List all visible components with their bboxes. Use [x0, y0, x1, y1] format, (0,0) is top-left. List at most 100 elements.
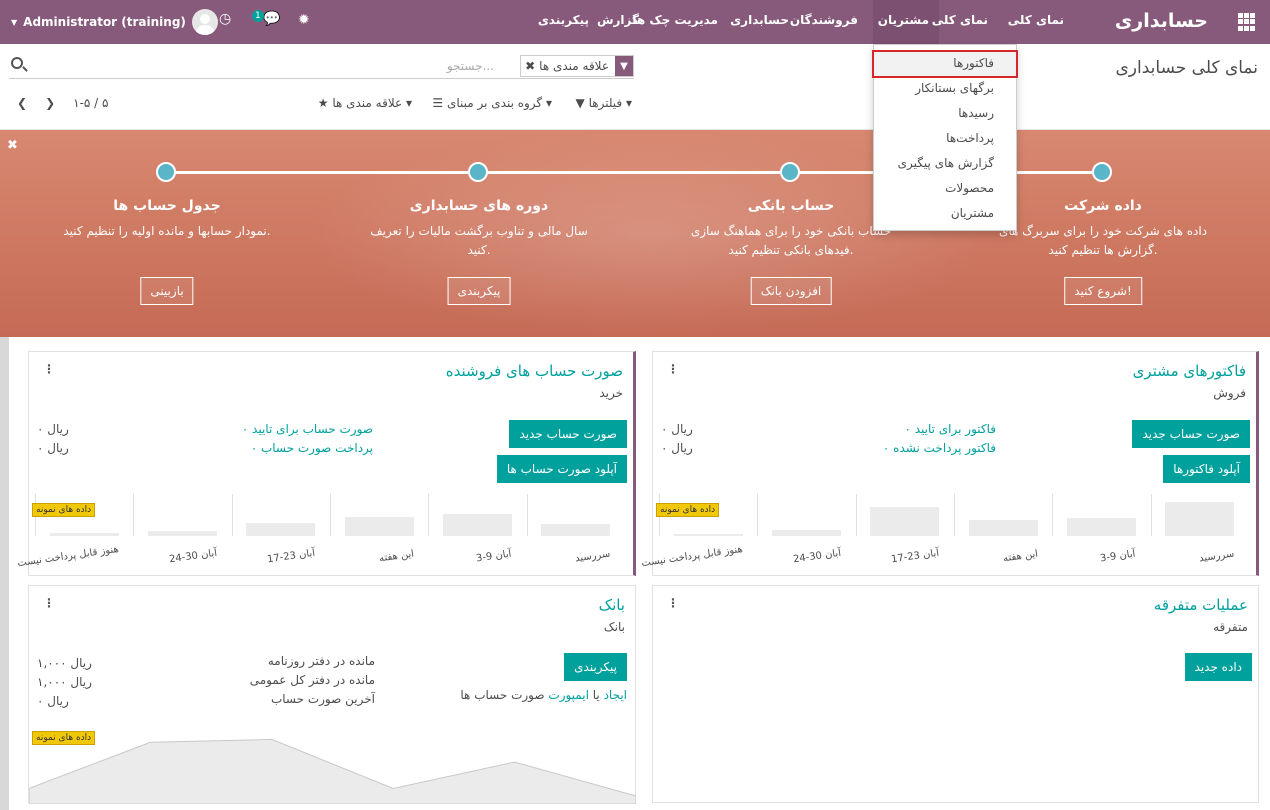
chart-gridline — [428, 494, 430, 536]
search-icon[interactable] — [11, 57, 23, 69]
group-by-label: گروه بندی بر مبنای — [446, 96, 543, 110]
step-bank-account: حساب بانکی حساب بانکی خود را برای هماهنگ… — [676, 198, 906, 305]
kebab-menu-icon[interactable]: ⋮ — [43, 362, 55, 376]
configure-bank-button[interactable]: پیکربندی — [564, 653, 627, 681]
step-desc: حساب بانکی خود را برای هماهنگ سازی فیدها… — [690, 224, 892, 257]
search-bar[interactable]: جستجو... ✖ علاقه مندی ها ▼ — [9, 55, 634, 79]
card-title[interactable]: صورت حساب های فروشنده — [446, 362, 623, 380]
kebab-menu-icon[interactable]: ⋮ — [667, 362, 679, 376]
menu-overview-2[interactable]: نمای کلی — [932, 13, 988, 27]
filters-button[interactable]: ▼ فیلترها ▾ — [576, 96, 632, 110]
chart-gridline — [1150, 494, 1152, 536]
configure-button[interactable]: پیکربندی — [447, 277, 511, 305]
pager-prev-icon[interactable]: ❮ — [17, 96, 27, 110]
kebab-menu-icon[interactable]: ⋮ — [43, 596, 55, 610]
get-started-button[interactable]: شروع کنید! — [1064, 277, 1142, 305]
menu-vendors[interactable]: فروشندگان — [790, 13, 858, 27]
menu-check-management[interactable]: مدیریت چک ها — [632, 13, 718, 27]
setup-banner: ✖ داده شرکت داده های شرکت خود را برای سر… — [0, 130, 1270, 337]
dropdown-item-products[interactable]: محصولات — [945, 181, 994, 195]
create-link[interactable]: ایجاد — [604, 688, 627, 702]
debug-bug-icon[interactable]: ✹ — [298, 12, 310, 28]
card-title[interactable]: عملیات متفرقه — [1154, 596, 1248, 614]
menu-accounting[interactable]: حسابداری — [730, 13, 789, 27]
add-bank-button[interactable]: افزودن بانک — [750, 277, 832, 305]
dropdown-item-followup-reports[interactable]: گزارش های پیگیری — [898, 156, 994, 170]
search-facet: ✖ علاقه مندی ها ▼ — [520, 55, 634, 77]
dropdown-item-invoices[interactable]: فاکتورها — [953, 56, 994, 70]
pager-value[interactable]: ۱-۵ / ۵ — [73, 96, 108, 110]
journal-balance-value: ۱,۰۰۰ ریال — [37, 656, 92, 670]
filter-icon: ▼ — [615, 56, 633, 76]
last-statement-value: ۰ ریال — [37, 694, 69, 708]
favorites-label: علاقه مندی ها — [332, 96, 403, 110]
scrollbar[interactable] — [0, 337, 9, 810]
review-button[interactable]: بازبینی — [140, 277, 194, 305]
dropdown-item-credit-notes[interactable]: برگهای بستانکار — [915, 81, 994, 95]
remove-facet-icon[interactable]: ✖ — [521, 59, 535, 73]
customer-invoices-card: فاکتورهای مشتری فروش ⋮ صورت حساب جدید آپ… — [640, 351, 1259, 576]
chart-bar — [49, 533, 119, 536]
chart-bar — [1165, 502, 1235, 536]
or-text: یا — [592, 688, 600, 702]
chart-gridline — [330, 494, 331, 536]
step-desc: نمودار حسابها و مانده اولیه را تنظیم کنی… — [63, 224, 271, 238]
customer-aging-chart: سررسید 3-9 آبان این هفته 17-23 آبان 24-30 آب… — [640, 492, 1249, 572]
apps-grid-icon[interactable] — [1238, 13, 1256, 31]
kebab-menu-icon[interactable]: ⋮ — [667, 596, 679, 610]
import-link[interactable]: ایمپورت — [548, 688, 589, 702]
chart-gridline — [757, 494, 759, 536]
chart-tick-label: 17-23 آبان — [266, 547, 316, 566]
bills-to-pay-link[interactable]: ۰ پرداخت صورت حساب — [251, 441, 373, 455]
chart-tick-label: هنوز قابل پرداخت نیست — [640, 543, 743, 570]
favorites-button[interactable]: ★ علاقه مندی ها ▾ — [318, 96, 412, 110]
new-entry-button[interactable]: داده جدید — [1184, 653, 1252, 681]
amount-value: ۰ ریال — [37, 441, 69, 455]
unpaid-invoices-link[interactable]: ۰ فاکتور پرداخت نشده — [883, 441, 996, 455]
search-input[interactable]: جستجو... — [447, 59, 494, 73]
user-menu[interactable]: ▼ Administrator (training) — [11, 7, 218, 37]
chart-bar — [1067, 518, 1136, 536]
user-name: Administrator (training) — [23, 15, 186, 29]
card-title[interactable]: بانک — [599, 596, 625, 614]
activity-clock-icon[interactable]: ◷ — [219, 11, 231, 27]
upload-bills-button[interactable]: آپلود صورت حساب ها — [496, 455, 627, 483]
card-subtitle: خرید — [599, 386, 623, 400]
chart-tick-label: 24-30 آبان — [168, 547, 218, 566]
chat-icon[interactable]: 💬 — [263, 11, 280, 27]
upload-invoices-button[interactable]: آپلود فاکتورها — [1163, 455, 1250, 483]
invoices-to-validate-link[interactable]: ۰ فاکتور برای تایید — [904, 422, 996, 436]
chart-gridline — [133, 494, 135, 536]
chart-tick-label: 3-9 آبان — [475, 548, 513, 565]
menu-reporting[interactable]: گزارش — [597, 13, 639, 27]
bank-balance-area — [29, 738, 636, 804]
chat-badge: 1 — [252, 10, 264, 22]
gl-balance-value: ۱,۰۰۰ ریال — [37, 675, 92, 689]
last-statement-label: آخرین صورت حساب — [270, 692, 375, 706]
amount-value: ۰ ریال — [37, 422, 69, 436]
menu-customers[interactable]: مشتریان — [878, 13, 929, 27]
group-by-button[interactable]: ☰ گروه بندی بر مبنای ▾ — [432, 96, 552, 110]
bills-to-validate-link[interactable]: ۰ صورت حساب برای تایید — [242, 422, 373, 436]
vendor-aging-chart: سررسید 3-9 آبان این هفته 17-23 آبان 24-30 آب… — [16, 492, 625, 572]
amount-value: ۰ ریال — [661, 422, 693, 436]
pager-next-icon[interactable]: ❯ — [45, 96, 55, 110]
step-title: حساب بانکی — [747, 198, 835, 214]
step-dot-2 — [780, 162, 800, 182]
menu-overview[interactable]: نمای کلی — [1008, 13, 1064, 27]
new-invoice-button[interactable]: صورت حساب جدید — [1132, 420, 1250, 448]
card-title[interactable]: فاکتورهای مشتری — [1133, 362, 1246, 380]
chart-tick-label: این هفته — [1001, 548, 1039, 565]
close-icon[interactable]: ✖ — [7, 138, 18, 153]
card-subtitle: بانک — [603, 620, 625, 634]
dropdown-item-customers[interactable]: مشتریان — [951, 206, 994, 220]
step-chart-of-accounts: جدول حساب ها نمودار حسابها و مانده اولیه… — [52, 198, 282, 305]
chart-bar — [246, 523, 316, 536]
chart-bar — [541, 524, 611, 536]
menu-configuration[interactable]: پیکربندی — [538, 13, 589, 27]
new-bill-button[interactable]: صورت حساب جدید — [509, 420, 627, 448]
gl-balance-label: مانده در دفتر کل عمومی — [249, 673, 375, 687]
sample-data-badge: داده های نمونه — [32, 503, 96, 517]
dropdown-item-receipts[interactable]: رسیدها — [958, 106, 994, 120]
dropdown-item-payments[interactable]: پرداخت‌ها — [946, 131, 994, 145]
